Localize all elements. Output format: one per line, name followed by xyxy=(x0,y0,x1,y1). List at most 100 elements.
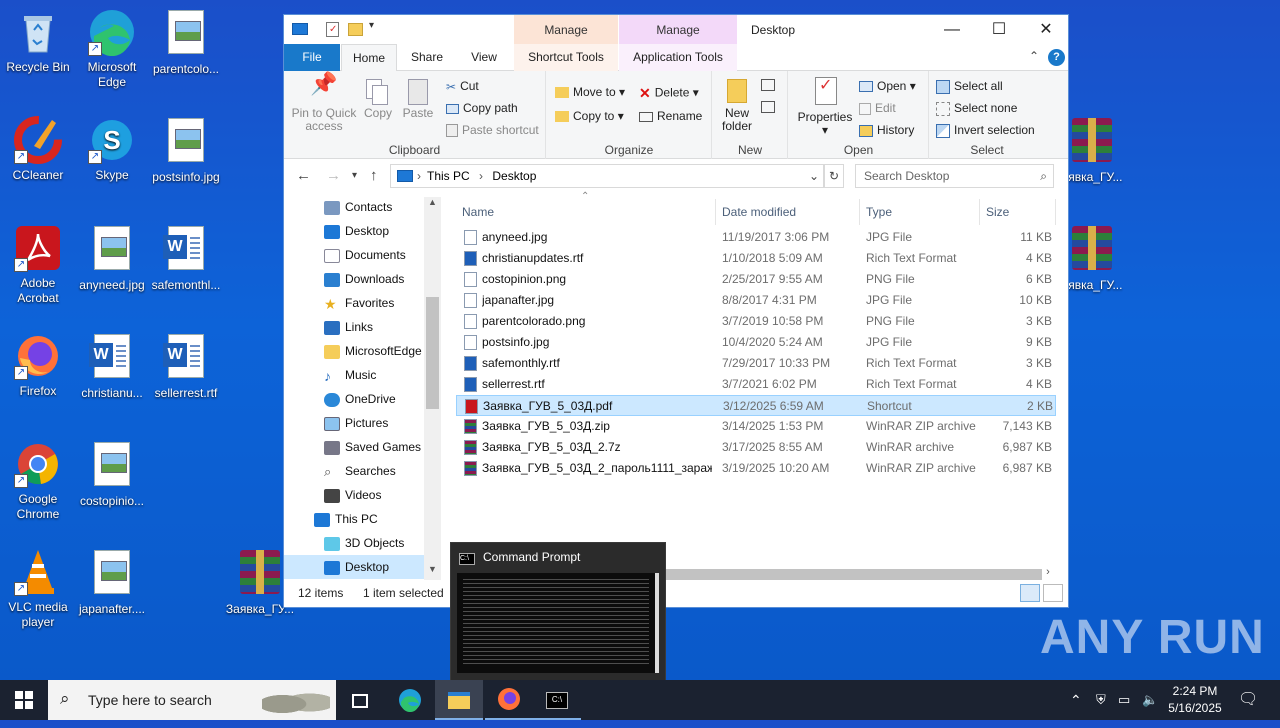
desktop-icon-postsinfo[interactable]: postsinfo.jpg xyxy=(148,116,224,185)
nav-item-searches[interactable]: ⌕ Searches xyxy=(284,459,424,483)
copy-to-button[interactable]: Copy to ▾ xyxy=(555,109,624,123)
scroll-thumb[interactable] xyxy=(426,297,439,409)
taskbar-file-explorer[interactable] xyxy=(435,680,483,720)
taskbar-command-prompt[interactable]: C:\ xyxy=(533,680,581,720)
maximize-button[interactable]: ☐ xyxy=(976,15,1022,44)
file-row[interactable]: anyneed.jpg 11/19/2017 3:06 PM JPG File 11 … xyxy=(456,227,1056,248)
nav-item-desktop-selected[interactable]: Desktop xyxy=(284,555,424,579)
file-row[interactable]: Заявка_ГУВ_5_03Д_2_пароль1111_зараж... 3/… xyxy=(456,458,1056,479)
tab-file[interactable]: File xyxy=(284,44,340,71)
nav-item-microsoftedge[interactable]: MicrosoftEdge xyxy=(284,339,424,363)
copy-path-button[interactable]: Copy path xyxy=(446,101,518,115)
paste-button[interactable]: Paste xyxy=(400,77,436,120)
desktop-icon-firefox[interactable]: ↗ Firefox xyxy=(0,332,76,399)
nav-item-pictures[interactable]: Pictures xyxy=(284,411,424,435)
file-row[interactable]: Заявка_ГУВ_5_03Д_2.7z 3/17/2025 8:55 AM Wi… xyxy=(456,437,1056,458)
show-hidden-icons[interactable]: ⌃ xyxy=(1070,680,1082,720)
column-type[interactable]: Type xyxy=(860,199,980,225)
nav-item-contacts[interactable]: Contacts xyxy=(284,195,424,219)
nav-item-downloads[interactable]: Downloads xyxy=(284,267,424,291)
desktop-icon-edge[interactable]: ↗ Microsoft Edge xyxy=(74,8,150,90)
file-row[interactable]: Заявка_ГУВ_5_03Д.zip 3/14/2025 1:53 PM Win… xyxy=(456,416,1056,437)
scroll-down-icon[interactable]: ▼ xyxy=(424,564,441,580)
select-all-button[interactable]: Select all xyxy=(936,79,1003,94)
forward-arrow-icon[interactable]: → xyxy=(326,167,341,184)
volume-icon[interactable]: 🔈 xyxy=(1142,680,1158,720)
tab-shortcut-tools[interactable]: Shortcut Tools xyxy=(514,44,618,71)
open-button[interactable]: Open ▾ xyxy=(859,79,916,93)
customize-qat-icon[interactable]: ▾ xyxy=(369,20,374,31)
nav-item-documents[interactable]: Documents xyxy=(284,243,424,267)
column-size[interactable]: Size xyxy=(980,199,1056,225)
tab-home[interactable]: Home xyxy=(341,44,397,72)
file-row[interactable]: parentcolorado.png 3/7/2019 10:58 PM PNG F… xyxy=(456,311,1056,332)
help-icon[interactable]: ? xyxy=(1048,49,1065,66)
delete-button[interactable]: ✕ Delete ▾ xyxy=(639,85,699,102)
paste-shortcut-button[interactable]: Paste shortcut xyxy=(446,123,539,138)
desktop-icon-ccleaner[interactable]: ↗ CCleaner xyxy=(0,116,76,183)
tab-view[interactable]: View xyxy=(459,44,509,71)
properties-quick-icon[interactable]: ✓ xyxy=(326,22,339,37)
desktop-icon-japanafter[interactable]: japanafter.... xyxy=(74,548,150,617)
new-folder-quick-icon[interactable] xyxy=(348,23,363,36)
file-row[interactable]: japanafter.jpg 8/8/2017 4:31 PM JPG File 10… xyxy=(456,290,1056,311)
pin-quick-access-button[interactable]: 📌 Pin to Quick access xyxy=(290,73,358,133)
back-arrow-icon[interactable]: ← xyxy=(296,167,311,184)
navigation-scrollbar[interactable]: ▲ ▼ xyxy=(424,197,441,580)
notifications-icon[interactable]: 🗨 xyxy=(1238,680,1258,720)
minimize-button[interactable]: — xyxy=(929,15,975,44)
nav-item-links[interactable]: Links xyxy=(284,315,424,339)
network-icon[interactable]: ▭ xyxy=(1118,680,1130,720)
file-row[interactable]: Заявка_ГУВ_5_03Д.pdf 3/12/2025 6:59 AM Sho… xyxy=(456,395,1056,416)
column-date-modified[interactable]: Date modified xyxy=(716,199,860,225)
nav-item-videos[interactable]: Videos xyxy=(284,483,424,507)
desktop-icon-skype[interactable]: S ↗ Skype xyxy=(74,116,150,183)
desktop-icon-anyneed[interactable]: anyneed.jpg xyxy=(74,224,150,293)
details-view-icon[interactable] xyxy=(1020,584,1040,602)
clock[interactable]: 2:24 PM 5/16/2025 xyxy=(1166,683,1224,717)
rename-button[interactable]: Rename xyxy=(639,109,702,123)
desktop-icon-christianupdates[interactable]: christianu... xyxy=(74,332,150,401)
select-none-button[interactable]: Select none xyxy=(936,101,1017,116)
nav-item-3d-objects[interactable]: 3D Objects xyxy=(284,531,424,555)
taskbar-edge[interactable] xyxy=(386,680,434,720)
taskbar-search-box[interactable]: ⌕ Type here to search xyxy=(48,680,336,720)
column-name[interactable]: Name xyxy=(456,199,716,225)
desktop-icon-chrome[interactable]: ↗ Google Chrome xyxy=(0,440,76,522)
properties-button[interactable]: ✓ Properties ▾ xyxy=(793,75,857,137)
nav-item-desktop[interactable]: Desktop xyxy=(284,219,424,243)
tab-share[interactable]: Share xyxy=(402,44,452,71)
breadcrumb-desktop[interactable]: Desktop xyxy=(492,169,536,183)
file-row[interactable]: safemonthly.rtf 7/29/2017 10:33 PM Rich Te… xyxy=(456,353,1056,374)
taskbar-firefox[interactable] xyxy=(485,680,533,720)
address-dropdown-icon[interactable]: ⌄ xyxy=(809,165,819,187)
copy-button[interactable]: Copy xyxy=(360,77,396,120)
recent-locations-icon[interactable]: ▾ xyxy=(352,170,357,181)
security-icon[interactable]: ⛨ xyxy=(1096,680,1106,720)
desktop-icon-sellerrest[interactable]: sellerrest.rtf xyxy=(148,332,224,401)
address-bar[interactable]: › This PC › Desktop ⌄ xyxy=(390,164,824,188)
nav-item-music[interactable]: ♪ Music xyxy=(284,363,424,387)
large-icons-view-icon[interactable] xyxy=(1043,584,1063,602)
cut-button[interactable]: ✂ Cut xyxy=(446,79,479,94)
nav-item-favorites[interactable]: ★ Favorites xyxy=(284,291,424,315)
new-item-icon[interactable] xyxy=(761,79,775,91)
nav-item-onedrive[interactable]: OneDrive xyxy=(284,387,424,411)
nav-item-this-pc[interactable]: This PC xyxy=(284,507,424,531)
history-button[interactable]: History xyxy=(859,123,914,137)
desktop-icon-parentcolorado[interactable]: parentcolo... xyxy=(148,8,224,77)
file-row[interactable]: sellerrest.rtf 3/7/2021 6:02 PM Rich Text … xyxy=(456,374,1056,395)
desktop-icon-recycle-bin[interactable]: Recycle Bin xyxy=(0,8,76,75)
start-button[interactable] xyxy=(0,680,48,720)
desktop-icon-vlc[interactable]: ↗ VLC media player xyxy=(0,548,76,630)
breadcrumb-this-pc[interactable]: This PC xyxy=(427,169,470,183)
scroll-up-icon[interactable]: ▲ xyxy=(424,197,441,213)
command-prompt-preview[interactable]: C:\ Command Prompt xyxy=(450,542,666,682)
desktop-icon-costopinion[interactable]: costopinio... xyxy=(74,440,150,509)
tab-application-tools[interactable]: Application Tools xyxy=(619,44,737,71)
easy-access-icon[interactable] xyxy=(761,101,775,113)
move-to-button[interactable]: Move to ▾ xyxy=(555,85,625,99)
close-button[interactable]: ✕ xyxy=(1023,15,1069,44)
refresh-button[interactable]: ↻ xyxy=(824,164,844,188)
desktop-icon-safemonthly[interactable]: safemonthl... xyxy=(148,224,224,293)
